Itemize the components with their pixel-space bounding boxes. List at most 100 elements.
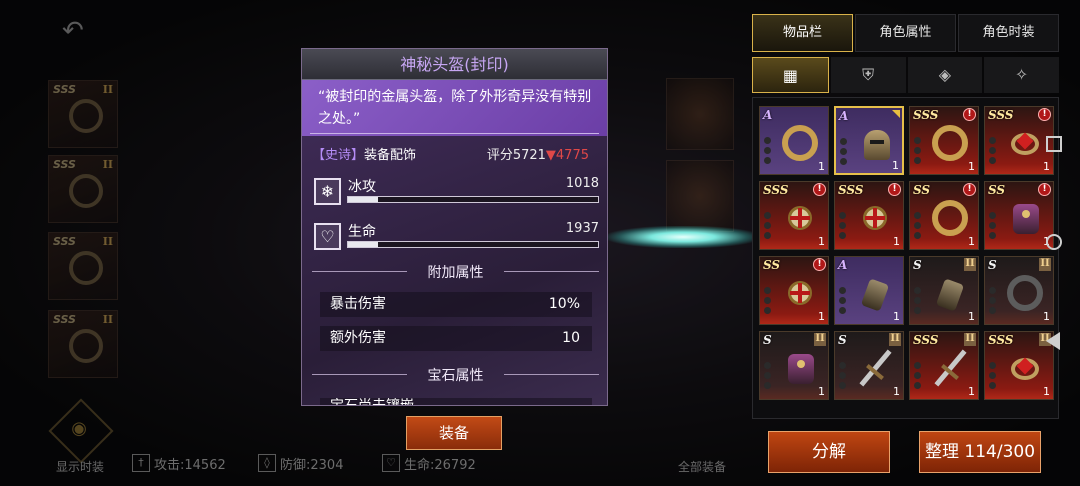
stat-row: ❄ 冰攻 1018 — [314, 176, 599, 210]
decompose-button[interactable]: 分解 — [768, 431, 890, 473]
tab-character-fashion[interactable]: 角色时装 — [958, 14, 1059, 52]
inventory-item[interactable]: SS! 1 — [759, 256, 829, 325]
attack-stat: † 攻击:14562 — [132, 452, 226, 474]
item-rank: SS — [988, 183, 1006, 197]
armor-slot[interactable] — [666, 160, 734, 232]
socket-dots — [840, 138, 848, 168]
gem-icon — [1007, 125, 1043, 161]
square-nav-icon[interactable] — [1046, 136, 1062, 152]
item-quantity: 1 — [818, 160, 825, 173]
grid-icon[interactable]: ▦ — [752, 57, 829, 93]
stat-bar — [347, 241, 599, 248]
item-rank: SSS — [838, 183, 864, 197]
tier-badge: II — [964, 258, 976, 271]
item-rank: S — [838, 333, 847, 347]
inventory-item[interactable]: S II 1 — [759, 331, 829, 400]
inventory-item[interactable]: S II 1 — [834, 331, 904, 400]
inventory-tabs: 物品栏 角色属性 角色时装 — [752, 14, 1059, 52]
inventory-item[interactable]: SSS! 1 — [759, 181, 829, 250]
socket-dots — [989, 137, 997, 167]
armor-icon — [1007, 200, 1043, 236]
ring-icon — [932, 125, 968, 161]
inventory-item[interactable]: A1 — [834, 256, 904, 325]
attack-text: 攻击:14562 — [154, 457, 226, 473]
inventory-item[interactable]: SSS II 1 — [909, 331, 979, 400]
extra-attributes-heading: 附加属性 — [312, 262, 599, 282]
socket-dots — [989, 362, 997, 392]
bracer-icon — [932, 275, 968, 312]
item-rank: A — [763, 108, 773, 122]
slot-rank: SSS — [53, 313, 76, 326]
defense-stat: ◊ 防御:2304 — [258, 452, 343, 474]
inventory-item[interactable]: A1 — [759, 106, 829, 175]
score-value: 评分5721 — [486, 148, 546, 163]
tier-badge: II — [814, 333, 826, 346]
heart-icon: ♡ — [314, 223, 341, 250]
item-rank: SSS — [988, 333, 1014, 347]
stat-value: 1937 — [565, 221, 599, 236]
item-quantity: 1 — [1043, 160, 1050, 173]
item-quantity: 1 — [968, 235, 975, 248]
organize-button[interactable]: 整理 114/300 — [919, 431, 1041, 473]
bracelet-icon — [69, 329, 103, 363]
inventory-item[interactable]: S II 1 — [984, 256, 1054, 325]
sword-icon — [857, 349, 893, 387]
socket-dots — [839, 362, 847, 392]
emblem-icon[interactable]: ✧ — [984, 57, 1059, 93]
equip-slot-2[interactable]: SSS II — [48, 155, 118, 223]
amulet-icon — [782, 275, 818, 311]
gem-icon[interactable]: ◈ — [907, 57, 983, 93]
score-delta: 4775 — [555, 148, 589, 163]
alert-icon: ! — [813, 183, 826, 196]
tab-character-attributes[interactable]: 角色属性 — [855, 14, 956, 52]
item-rank: A — [839, 109, 849, 123]
heart-icon: ♡ — [382, 454, 400, 472]
amulet-icon — [782, 200, 818, 236]
tooltip-body: 【史诗】装备配饰 评分5721▼4775 ❄ 冰攻 1018 ♡ 生命 1937… — [302, 136, 607, 406]
amulet-icon — [857, 200, 893, 236]
socket-dots — [914, 137, 922, 167]
slot-tier: II — [102, 313, 113, 326]
item-quantity: 1 — [968, 310, 975, 323]
inventory-item[interactable]: S II 1 — [909, 256, 979, 325]
extra-attribute-row: 暴击伤害 10% — [320, 292, 592, 317]
item-quantity: 1 — [893, 310, 900, 323]
socket-dots — [914, 212, 922, 242]
equip-slot-4[interactable]: SSS II — [48, 310, 118, 378]
category-label: 装备配饰 — [364, 148, 417, 163]
inventory-item[interactable]: SSS! 1 — [984, 106, 1054, 175]
extra-attribute-row: 额外伤害 10 — [320, 326, 592, 351]
item-rank: S — [913, 258, 922, 272]
back-icon[interactable]: ↶ — [62, 16, 84, 46]
armor-icon — [782, 350, 818, 386]
snowflake-icon: ❄ — [314, 178, 341, 205]
item-category: 【史诗】装备配饰 — [312, 144, 416, 163]
inventory-item[interactable]: SSS! 1 — [909, 106, 979, 175]
slot-rank: SSS — [53, 158, 76, 171]
tab-inventory[interactable]: 物品栏 — [752, 14, 853, 52]
socket-dots — [839, 287, 847, 317]
equip-button[interactable]: 装备 — [406, 416, 502, 450]
inventory-item[interactable]: SS! 1 — [909, 181, 979, 250]
ring-icon — [782, 125, 818, 161]
inventory-grid: A 1 A 1 SSS! 1 SSS! 1 SSS! 1 SSS! 1 SS! 1 SS! 1 SS! 1 A 1 S I… — [752, 97, 1059, 419]
inventory-item[interactable]: SSS! 1 — [834, 181, 904, 250]
armor-icon[interactable]: ⛨ — [830, 57, 906, 93]
helmet-slot[interactable] — [666, 78, 734, 150]
attribute-name: 暴击伤害 — [330, 296, 386, 312]
slot-tier: II — [102, 158, 113, 171]
inventory-item[interactable]: SS! 1 — [984, 181, 1054, 250]
gem-text: 宝石尚未镶嵌 — [330, 398, 414, 406]
ring-icon — [932, 200, 968, 236]
alert-icon: ! — [963, 183, 976, 196]
equipped-tag-icon — [892, 110, 900, 118]
equip-slot-3[interactable]: SSS II — [48, 232, 118, 300]
inventory-item[interactable]: SSS II 1 — [984, 331, 1054, 400]
gauntlet-icon — [857, 275, 893, 312]
equip-slot-1[interactable]: SSS II — [48, 80, 118, 148]
all-equip-label[interactable]: 全部装备 — [678, 458, 726, 475]
inventory-item[interactable]: A1 — [834, 106, 904, 175]
stat-name: 冰攻 — [348, 179, 376, 195]
home-nav-icon[interactable] — [1046, 234, 1062, 250]
back-nav-icon[interactable] — [1046, 332, 1060, 350]
